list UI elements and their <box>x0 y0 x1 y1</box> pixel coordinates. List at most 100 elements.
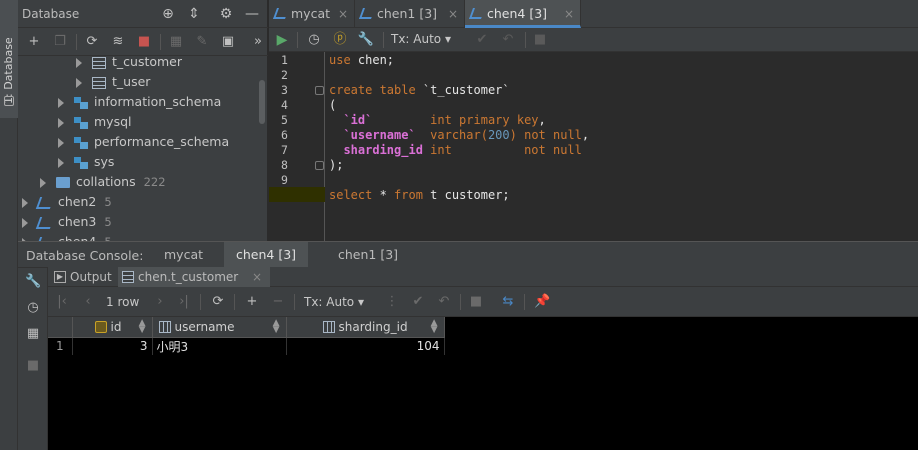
result-grid-toolbar: |‹ ‹ 1 row › ›| ⟳ + − Tx: Auto ▾ ⋮ ✔ ↶ ■… <box>48 287 918 317</box>
stop-icon[interactable]: ■ <box>468 294 484 310</box>
editor-tab-mycat[interactable]: mycat × <box>269 0 355 28</box>
tree-item-t-user[interactable]: t_user <box>76 72 150 92</box>
last-page-icon[interactable]: ›| <box>176 294 192 310</box>
sort-icon[interactable]: ▲ ▼ <box>431 319 438 335</box>
stop-icon[interactable]: ■ <box>531 31 549 49</box>
tree-item-sys[interactable]: sys <box>58 152 114 172</box>
toolbar-divider <box>460 294 461 310</box>
result-grid: id ▲ ▼ username ▲ ▼ sharding_id ▲ ▼ 1 3 小明3 10… <box>48 317 918 450</box>
refresh-icon[interactable]: ⟳ <box>210 294 226 310</box>
sort-icon[interactable]: ▲ ▼ <box>273 319 280 335</box>
expand-arrow-icon[interactable] <box>76 77 82 88</box>
history-icon[interactable]: ◷ <box>305 31 323 49</box>
layout-icon[interactable]: ▦ <box>25 326 41 342</box>
console-tab-chen4[interactable]: chen4 [3] <box>224 242 309 268</box>
table-row[interactable]: 1 3 小明3 104 <box>48 337 445 355</box>
tree-item-collations[interactable]: collations 222 <box>40 172 166 192</box>
result-tab-output[interactable]: ▶ Output <box>50 267 116 287</box>
stop-icon[interactable]: ■ <box>136 34 152 50</box>
hide-panel-icon[interactable]: — <box>244 6 260 22</box>
expand-arrow-icon[interactable] <box>58 157 64 168</box>
schema-icon <box>74 136 88 149</box>
transaction-mode-select[interactable]: Tx: Auto ▾ <box>391 32 451 46</box>
cell-id[interactable]: 3 <box>72 337 153 355</box>
close-icon[interactable]: × <box>448 0 458 28</box>
gear-icon[interactable]: ⚙ <box>218 6 234 22</box>
close-icon[interactable]: × <box>338 0 348 28</box>
compare-icon[interactable]: ⇆ <box>500 294 516 310</box>
line-number: 4 <box>281 98 288 112</box>
schema-sync-icon[interactable]: ≋ <box>110 34 126 50</box>
next-page-icon[interactable]: › <box>152 294 168 310</box>
expand-arrow-icon[interactable] <box>58 117 64 128</box>
result-tab-table[interactable]: chen.t_customer × <box>118 267 270 287</box>
table-icon[interactable]: ▦ <box>168 34 184 50</box>
console-tab-bar: Database Console: mycat chen4 [3] chen1 … <box>18 241 918 268</box>
copy-icon[interactable]: ❐ <box>52 34 68 50</box>
expand-arrow-icon[interactable] <box>22 197 28 208</box>
first-page-icon[interactable]: |‹ <box>54 294 70 310</box>
pin-icon[interactable]: 📌 <box>534 294 550 310</box>
column-header-username[interactable]: username ▲ ▼ <box>152 317 287 338</box>
expand-arrow-icon[interactable] <box>76 57 82 68</box>
tree-item-count: 5 <box>104 195 112 209</box>
fold-icon[interactable] <box>315 86 324 95</box>
editor-tab-chen4[interactable]: chen4 [3] × <box>465 0 581 28</box>
tree-item-chen2[interactable]: chen2 5 <box>22 192 112 212</box>
wrench-icon[interactable]: 🔧 <box>357 31 375 49</box>
database-tool-tab-label: 1: Database <box>2 37 15 104</box>
schema-icon <box>74 116 88 129</box>
table-header-row: id ▲ ▼ username ▲ ▼ sharding_id ▲ ▼ <box>48 317 445 338</box>
transaction-mode-select[interactable]: Tx: Auto ▾ <box>304 295 364 309</box>
run-icon[interactable]: ▶ <box>273 31 291 49</box>
cell-username[interactable]: 小明3 <box>152 337 287 355</box>
more-icon[interactable]: » <box>250 34 266 50</box>
fold-icon[interactable] <box>315 161 324 170</box>
previous-page-icon[interactable]: ‹ <box>80 294 96 310</box>
console-icon[interactable]: ▣ <box>220 34 236 50</box>
database-tool-tab[interactable]: 1: Database <box>0 0 18 118</box>
column-header-sharding-id[interactable]: sharding_id ▲ ▼ <box>286 317 445 338</box>
cell-sharding-id[interactable]: 104 <box>286 337 445 355</box>
column-header-id[interactable]: id ▲ ▼ <box>72 317 153 338</box>
close-icon[interactable]: × <box>564 0 574 28</box>
edit-icon[interactable]: ✎ <box>194 34 210 50</box>
history-icon[interactable]: ◷ <box>25 300 41 316</box>
tree-item-chen3[interactable]: chen3 5 <box>22 212 112 232</box>
table-icon <box>92 76 106 89</box>
expand-arrow-icon[interactable] <box>58 97 64 108</box>
delete-row-icon[interactable]: − <box>270 294 286 310</box>
crosshair-icon[interactable]: ⊕ <box>160 6 176 22</box>
expand-arrow-icon[interactable] <box>22 217 28 228</box>
expand-arrow-icon[interactable] <box>58 137 64 148</box>
line-number-gutter: 1 2 3 4 5 6 7 8 9 10 <box>269 52 325 241</box>
add-icon[interactable]: + <box>26 34 42 50</box>
tree-scrollbar[interactable] <box>259 80 265 124</box>
sort-icon[interactable]: ▲ ▼ <box>139 319 146 335</box>
commit-icon[interactable]: ✔ <box>473 31 491 49</box>
wrench-icon[interactable]: 🔧 <box>25 274 41 290</box>
expand-arrow-icon[interactable] <box>40 177 46 188</box>
console-tab-mycat[interactable]: mycat <box>152 242 215 268</box>
tree-item-performance-schema[interactable]: performance_schema <box>58 132 229 152</box>
code-editor[interactable]: use chen; create table `t_customer` ( `i… <box>325 52 918 241</box>
tree-item-mysql[interactable]: mysql <box>58 112 132 132</box>
code-line-7: sharding_id int not null <box>329 143 582 157</box>
collapse-all-icon[interactable]: ⇕ <box>186 6 202 22</box>
parameters-icon[interactable]: ⓟ <box>331 31 349 49</box>
add-row-icon[interactable]: + <box>244 294 260 310</box>
refresh-icon[interactable]: ⟳ <box>84 34 100 50</box>
tree-item-information-schema[interactable]: information_schema <box>58 92 221 112</box>
rollback-icon[interactable]: ↶ <box>436 294 452 310</box>
tree-item-chen4[interactable]: chen45 <box>22 232 112 241</box>
tree-item-t-customer[interactable]: t_customer <box>76 52 182 72</box>
editor-tab-chen1[interactable]: chen1 [3] × <box>355 0 465 28</box>
code-line-1: use chen; <box>329 53 395 67</box>
stop-icon[interactable]: ■ <box>25 358 41 374</box>
toolbar-divider <box>524 294 525 310</box>
close-icon[interactable]: × <box>252 267 262 287</box>
dbx-icon[interactable]: ⋮ <box>384 294 400 310</box>
commit-icon[interactable]: ✔ <box>410 294 426 310</box>
console-tab-chen1[interactable]: chen1 [3] <box>326 242 410 268</box>
rollback-icon[interactable]: ↶ <box>499 31 517 49</box>
